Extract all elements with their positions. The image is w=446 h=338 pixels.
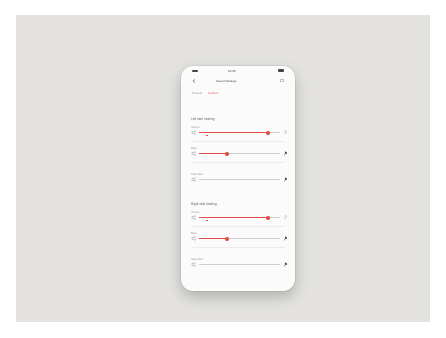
- default-marker: [206, 135, 208, 136]
- status-time: 10:45: [228, 69, 236, 73]
- slider-thumb[interactable]: [225, 151, 230, 156]
- slider-track[interactable]: [199, 264, 280, 265]
- slider-fill: [199, 153, 228, 154]
- slider-thumb[interactable]: [265, 215, 270, 220]
- tab-custom[interactable]: Custom: [208, 91, 218, 95]
- slider-label: Noise filter: [191, 173, 204, 176]
- pin-icon[interactable]: [283, 177, 288, 182]
- speaker-icon: [191, 215, 196, 220]
- menu-icon[interactable]: [280, 79, 284, 82]
- section-title: Left side hearing: [191, 117, 215, 121]
- speaker-icon: [191, 262, 196, 267]
- back-arrow-icon[interactable]: [192, 79, 196, 83]
- speaker-icon: [191, 236, 196, 241]
- divider: [191, 226, 285, 227]
- slider-track[interactable]: [199, 179, 280, 180]
- slider-label: Volume: [191, 211, 200, 214]
- tabs: Presets Custom: [189, 90, 287, 98]
- battery-icon: [278, 69, 284, 72]
- pin-icon[interactable]: [283, 262, 288, 267]
- slider-label: Noise filter: [191, 258, 204, 261]
- status-bar: 10:45: [181, 66, 295, 76]
- page-title: Sound Settings: [216, 79, 237, 83]
- ear-icon[interactable]: [283, 130, 288, 135]
- slider-fill: [199, 238, 228, 239]
- slider-thumb[interactable]: [225, 236, 230, 241]
- slider-label: Bass: [191, 147, 197, 150]
- tab-presets[interactable]: Presets: [192, 91, 202, 95]
- header: Sound Settings: [181, 76, 295, 86]
- slider-fill: [199, 217, 268, 218]
- pin-icon[interactable]: [283, 236, 288, 241]
- speaker-icon: [191, 177, 196, 182]
- slider-fill: [199, 132, 268, 133]
- phone-screen: 10:45 Sound Settings Presets Custom Left…: [181, 66, 295, 291]
- pin-icon[interactable]: [283, 151, 288, 156]
- speaker-icon: [191, 151, 196, 156]
- slider-label: Volume: [191, 126, 200, 129]
- section-title: Right side hearing: [191, 202, 217, 206]
- signal-icon: [192, 70, 198, 72]
- speaker-icon: [191, 130, 196, 135]
- slider-label: Bass: [191, 232, 197, 235]
- default-marker: [206, 220, 208, 221]
- divider: [191, 141, 285, 142]
- divider: [191, 162, 285, 163]
- slider-thumb[interactable]: [265, 130, 270, 135]
- divider: [191, 247, 285, 248]
- ear-icon[interactable]: [283, 215, 288, 220]
